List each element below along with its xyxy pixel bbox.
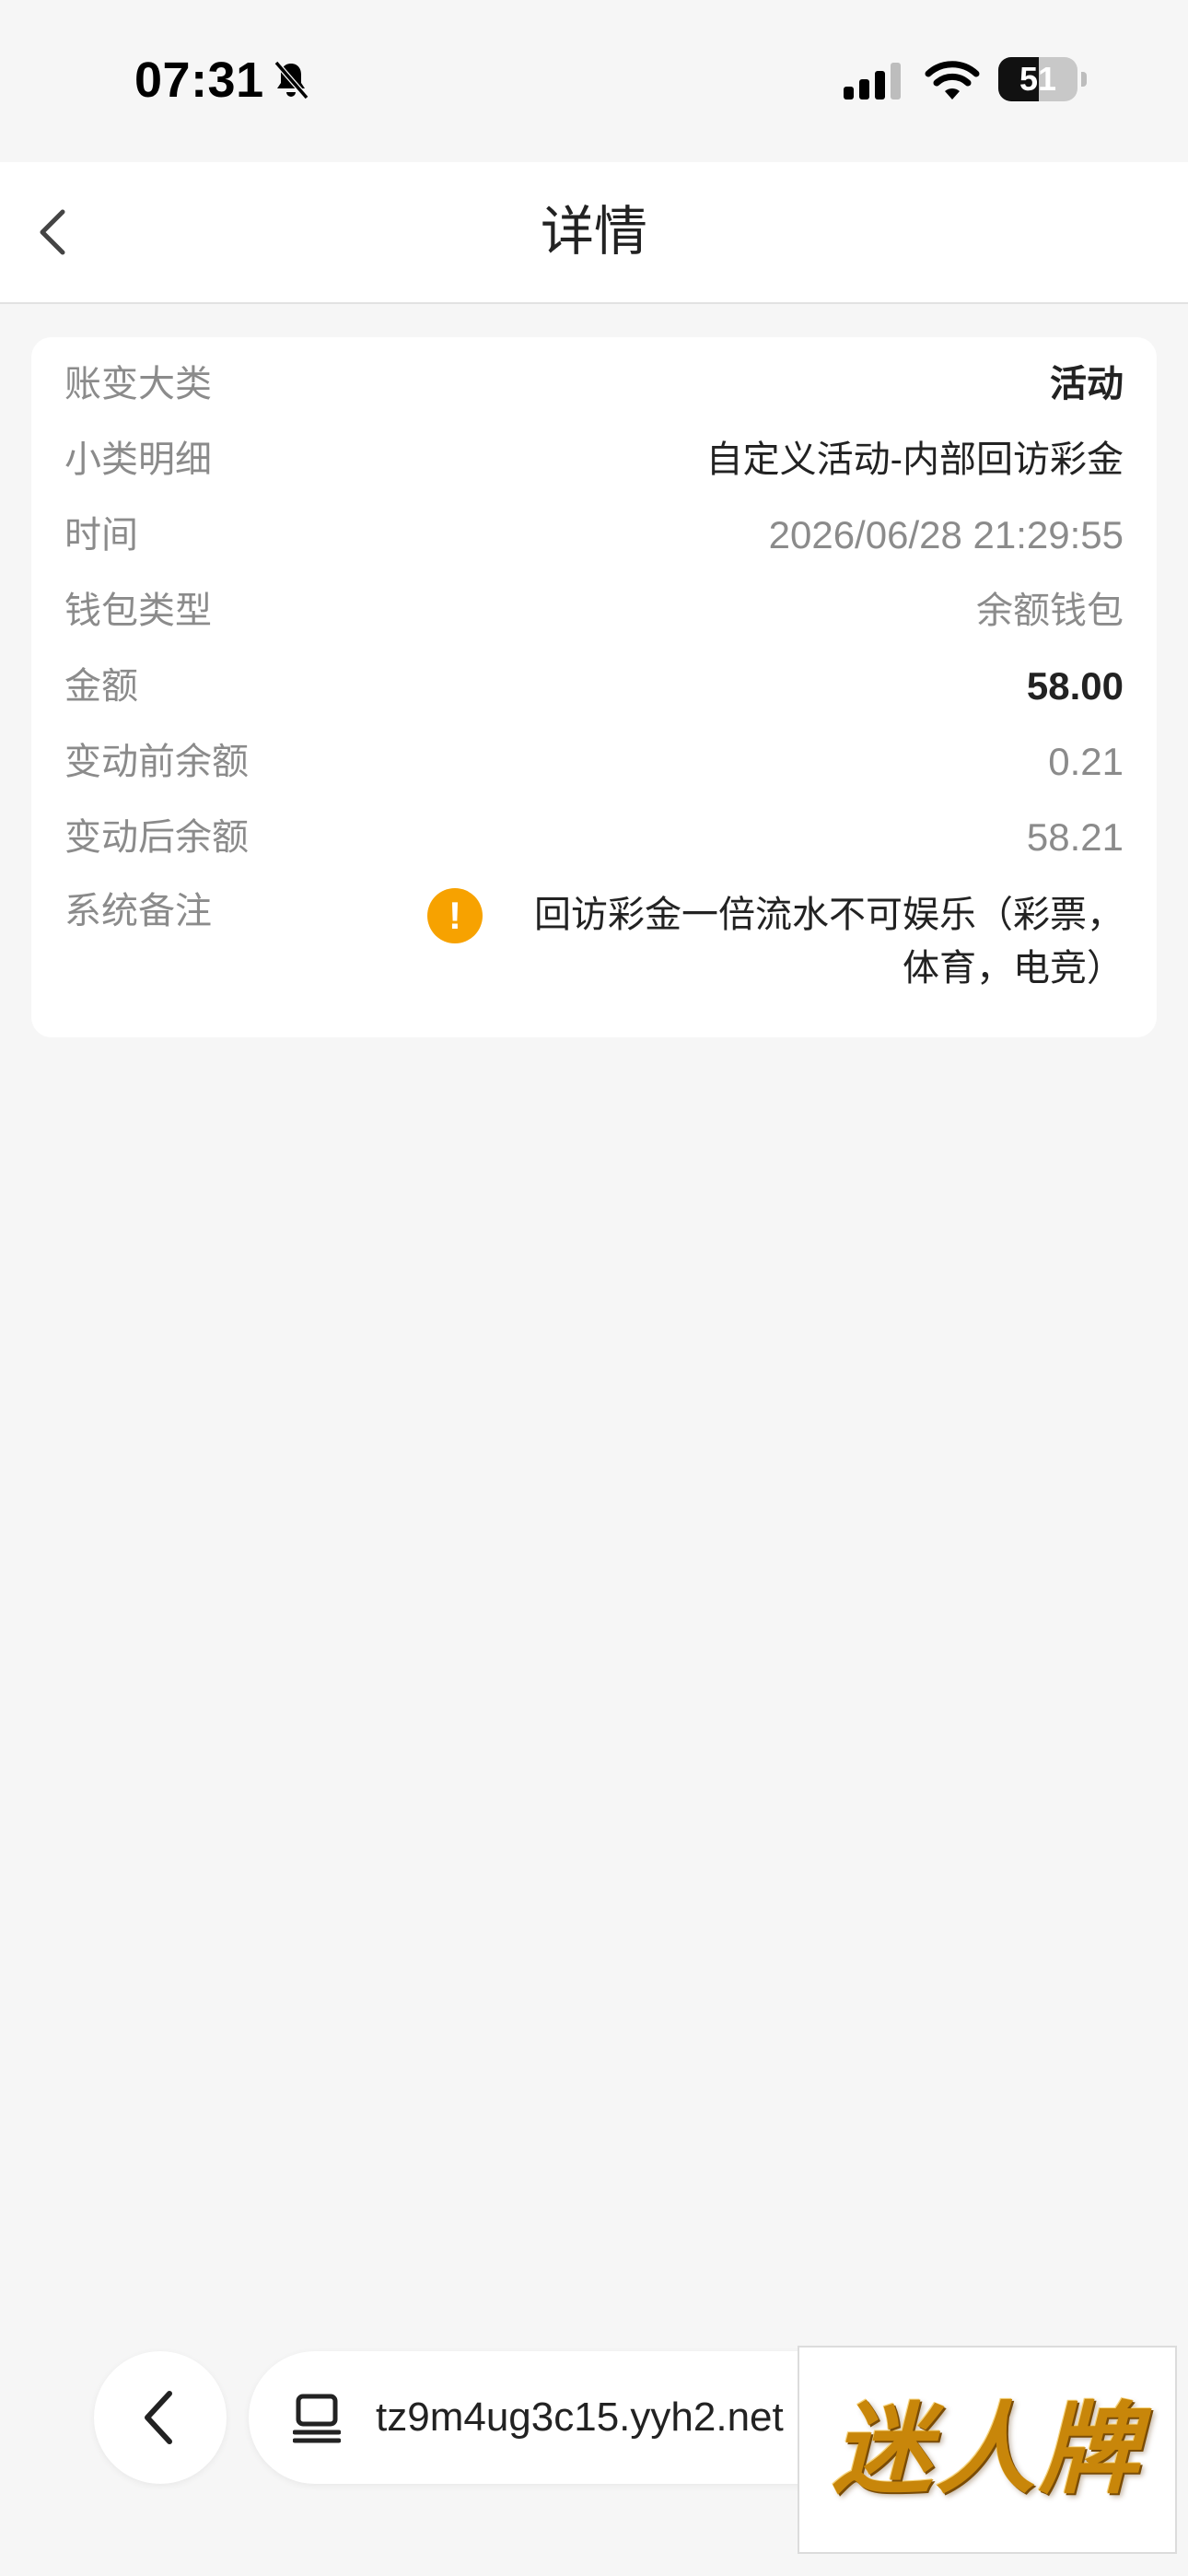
page-title: 详情: [540, 202, 647, 262]
chevron-left-icon: [145, 2391, 172, 2444]
warning-icon: !: [427, 888, 483, 943]
detail-row-system-note: 系统备注 ! 回访彩金一倍流水不可娱乐（彩票，体育，电竞）: [64, 873, 1124, 1012]
category-label: 账变大类: [64, 364, 212, 404]
balance-before-value: 0.21: [1048, 740, 1124, 783]
back-button[interactable]: [24, 199, 83, 265]
time-label: 时间: [64, 515, 138, 556]
detail-row-amount: 金额 58.00: [64, 649, 1124, 724]
detail-row-wallet: 钱包类型 余额钱包: [64, 573, 1124, 649]
watermark-logo-text: 迷人牌: [832, 2394, 1142, 2505]
note-label: 系统备注: [64, 891, 212, 931]
balance-before-label: 变动前余额: [64, 742, 249, 782]
subcategory-label: 小类明细: [64, 439, 212, 480]
cellular-signal-icon: [844, 63, 901, 100]
balance-after-label: 变动后余额: [64, 817, 249, 858]
wallet-label: 钱包类型: [64, 591, 212, 631]
time-value: 2026/06/28 21:29:55: [768, 513, 1124, 556]
transaction-detail-card: 账变大类 活动 小类明细 自定义活动-内部回访彩金 时间 2026/06/28 …: [31, 337, 1157, 1037]
chevron-left-icon: [40, 209, 65, 255]
battery-cap: [1081, 72, 1087, 87]
detail-row-subcategory: 小类明细 自定义活动-内部回访彩金: [64, 422, 1124, 498]
bell-muted-icon: [274, 61, 309, 100]
wifi-icon: [925, 61, 980, 100]
wallet-value: 余额钱包: [976, 591, 1124, 631]
amount-value: 58.00: [1026, 664, 1124, 708]
battery-icon: 51: [998, 57, 1087, 103]
url-text: tz9m4ug3c15.yyh2.net: [376, 2395, 784, 2440]
amount-label: 金额: [64, 666, 138, 707]
balance-after-value: 58.21: [1026, 815, 1124, 859]
note-value: 回访彩金一倍流水不可娱乐（彩票，体育，电竞）: [534, 895, 1124, 989]
watermark-logo: 迷人牌: [798, 2346, 1177, 2554]
battery-body: 51: [998, 57, 1077, 101]
category-value: 活动: [1050, 364, 1124, 404]
battery-level: 51: [1019, 60, 1057, 98]
detail-row-category: 账变大类 活动: [64, 346, 1124, 422]
detail-row-time: 时间 2026/06/28 21:29:55: [64, 498, 1124, 573]
tabs-icon: [293, 2394, 341, 2443]
nav-bar: 详情: [0, 162, 1188, 304]
subcategory-value: 自定义活动-内部回访彩金: [705, 439, 1124, 480]
detail-row-balance-after: 变动后余额 58.21: [64, 800, 1124, 875]
browser-back-button[interactable]: [94, 2351, 227, 2484]
status-time: 07:31: [134, 53, 264, 108]
detail-row-balance-before: 变动前余额 0.21: [64, 724, 1124, 800]
status-bar: 07:31 51: [0, 0, 1188, 162]
